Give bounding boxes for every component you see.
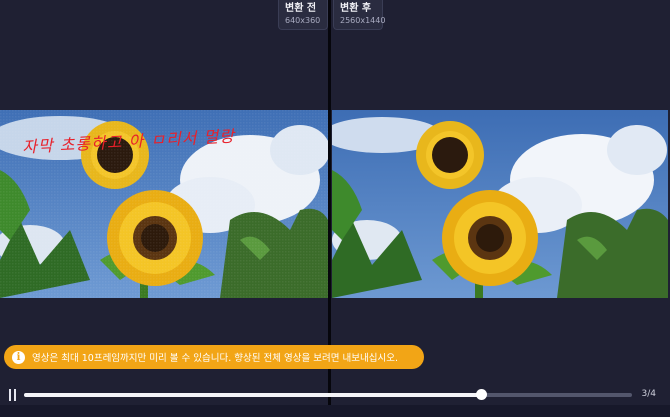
comparison-viewer: 자막 초롱하고 아 ㅁ리서 멀랑 변환 전 640x360 변환 후 2560x…	[0, 0, 670, 417]
after-title: 변환 후	[340, 3, 372, 14]
pause-icon[interactable]	[8, 389, 18, 401]
bottom-bar	[0, 405, 670, 417]
before-resolution: 640x360	[285, 16, 321, 25]
after-resolution: 2560x1440	[340, 16, 386, 25]
seek-bar[interactable]	[24, 393, 632, 397]
before-label: 변환 전 640x360	[278, 0, 328, 30]
before-pane: 자막 초롱하고 아 ㅁ리서 멀랑	[0, 0, 328, 383]
frame-counter: 3/4	[641, 389, 656, 399]
info-icon: i	[12, 350, 25, 364]
seek-bar-progress	[24, 393, 482, 397]
notice-text: 영상은 최대 10프레임까지만 미리 볼 수 있습니다. 향상된 전체 영상을 …	[32, 353, 398, 364]
player-controls: 3/4	[0, 384, 670, 406]
after-pane	[332, 0, 670, 383]
after-video-frame	[332, 110, 668, 298]
preview-limit-notice: i 영상은 최대 10프레임까지만 미리 볼 수 있습니다. 향상된 전체 영상…	[4, 345, 424, 369]
before-title: 변환 전	[285, 3, 317, 14]
after-label: 변환 후 2560x1440	[333, 0, 386, 30]
seek-bar-thumb[interactable]	[475, 389, 487, 400]
